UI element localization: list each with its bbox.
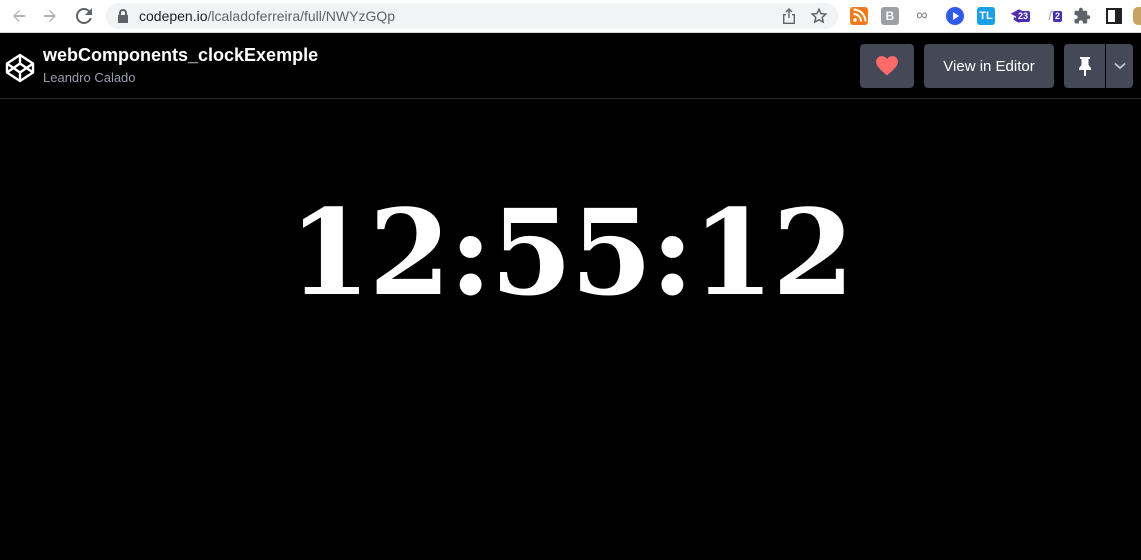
like-button[interactable]	[860, 44, 914, 88]
share-icon[interactable]	[781, 7, 797, 30]
arrow-left-icon	[13, 10, 25, 22]
pen-title: webComponents_clockExemple	[43, 45, 319, 65]
infinity-icon[interactable]: ∞	[913, 7, 931, 25]
lock-icon[interactable]	[117, 9, 129, 28]
extension-badge: 2	[1053, 11, 1063, 22]
url-host: codepen.io	[139, 8, 208, 24]
view-in-editor-button[interactable]: View in Editor	[924, 44, 1054, 88]
clock-display: 12:55:12	[288, 183, 855, 322]
pin-dropdown-button[interactable]	[1106, 44, 1133, 88]
play-circle-icon[interactable]	[946, 7, 964, 25]
codepen-logo-icon[interactable]	[4, 53, 36, 88]
reload-button[interactable]	[73, 5, 95, 27]
pin-button[interactable]	[1064, 44, 1105, 88]
address-bar[interactable]: codepen.io/lcaladoferreira/full/NWYzGQp	[106, 3, 838, 29]
profile-avatar[interactable]	[1133, 7, 1141, 25]
codepen-header: webComponents_clockExemple Leandro Calad…	[0, 34, 1141, 99]
extension-badge: 23	[1016, 11, 1031, 22]
b-extension-icon[interactable]: B	[881, 7, 899, 25]
browser-toolbar: codepen.io/lcaladoferreira/full/NWYzGQp …	[0, 0, 1141, 33]
url-path: /lcaladoferreira/full/NWYzGQp	[207, 8, 396, 24]
tl-extension-icon[interactable]: TL	[977, 7, 995, 25]
puzzle-icon[interactable]	[1073, 7, 1091, 25]
reload-icon	[76, 8, 92, 24]
url-text[interactable]: codepen.io/lcaladoferreira/full/NWYzGQp	[139, 8, 395, 24]
bookmark-star-icon[interactable]	[810, 7, 828, 30]
side-panel-icon[interactable]	[1105, 7, 1123, 25]
result-stage: 12:55:12	[0, 100, 1141, 560]
arrow-right-icon	[44, 10, 56, 22]
forward-button[interactable]	[39, 5, 61, 27]
back-button[interactable]	[8, 5, 30, 27]
rss-icon[interactable]	[850, 7, 868, 25]
pin-icon	[1078, 57, 1091, 76]
pen-author-link[interactable]: Leandro Calado	[43, 70, 136, 85]
chevron-down-icon	[1113, 62, 1126, 70]
heart-icon	[876, 56, 898, 76]
